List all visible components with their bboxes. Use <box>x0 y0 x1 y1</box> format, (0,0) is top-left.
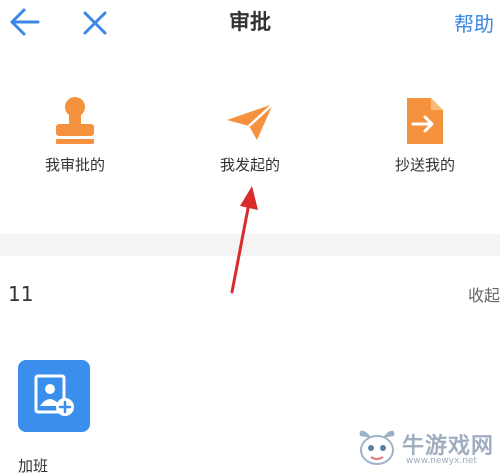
my-approvals-button[interactable]: 我审批的 <box>0 96 150 175</box>
watermark-mascot-icon <box>359 430 395 465</box>
my-initiated-label: 我发起的 <box>219 156 280 174</box>
watermark-url: www.newyx.net <box>406 456 478 466</box>
stamp-icon <box>56 97 94 144</box>
cc-to-me-label: 抄送我的 <box>394 156 455 174</box>
overtime-add-icon <box>34 374 74 416</box>
page-title: 审批 <box>229 10 271 34</box>
paper-plane-icon <box>227 103 274 140</box>
overtime-app-tile[interactable] <box>18 360 90 432</box>
my-approvals-label: 我审批的 <box>44 156 105 174</box>
collapse-button[interactable]: 收起 <box>468 282 500 306</box>
section-divider <box>0 234 500 256</box>
my-initiated-button[interactable]: 我发起的 <box>175 96 325 175</box>
cc-to-me-button[interactable]: 抄送我的 <box>350 96 500 175</box>
forward-document-icon <box>407 98 443 144</box>
help-button[interactable]: 帮助 <box>454 8 494 37</box>
section-count: 11 <box>8 282 34 306</box>
